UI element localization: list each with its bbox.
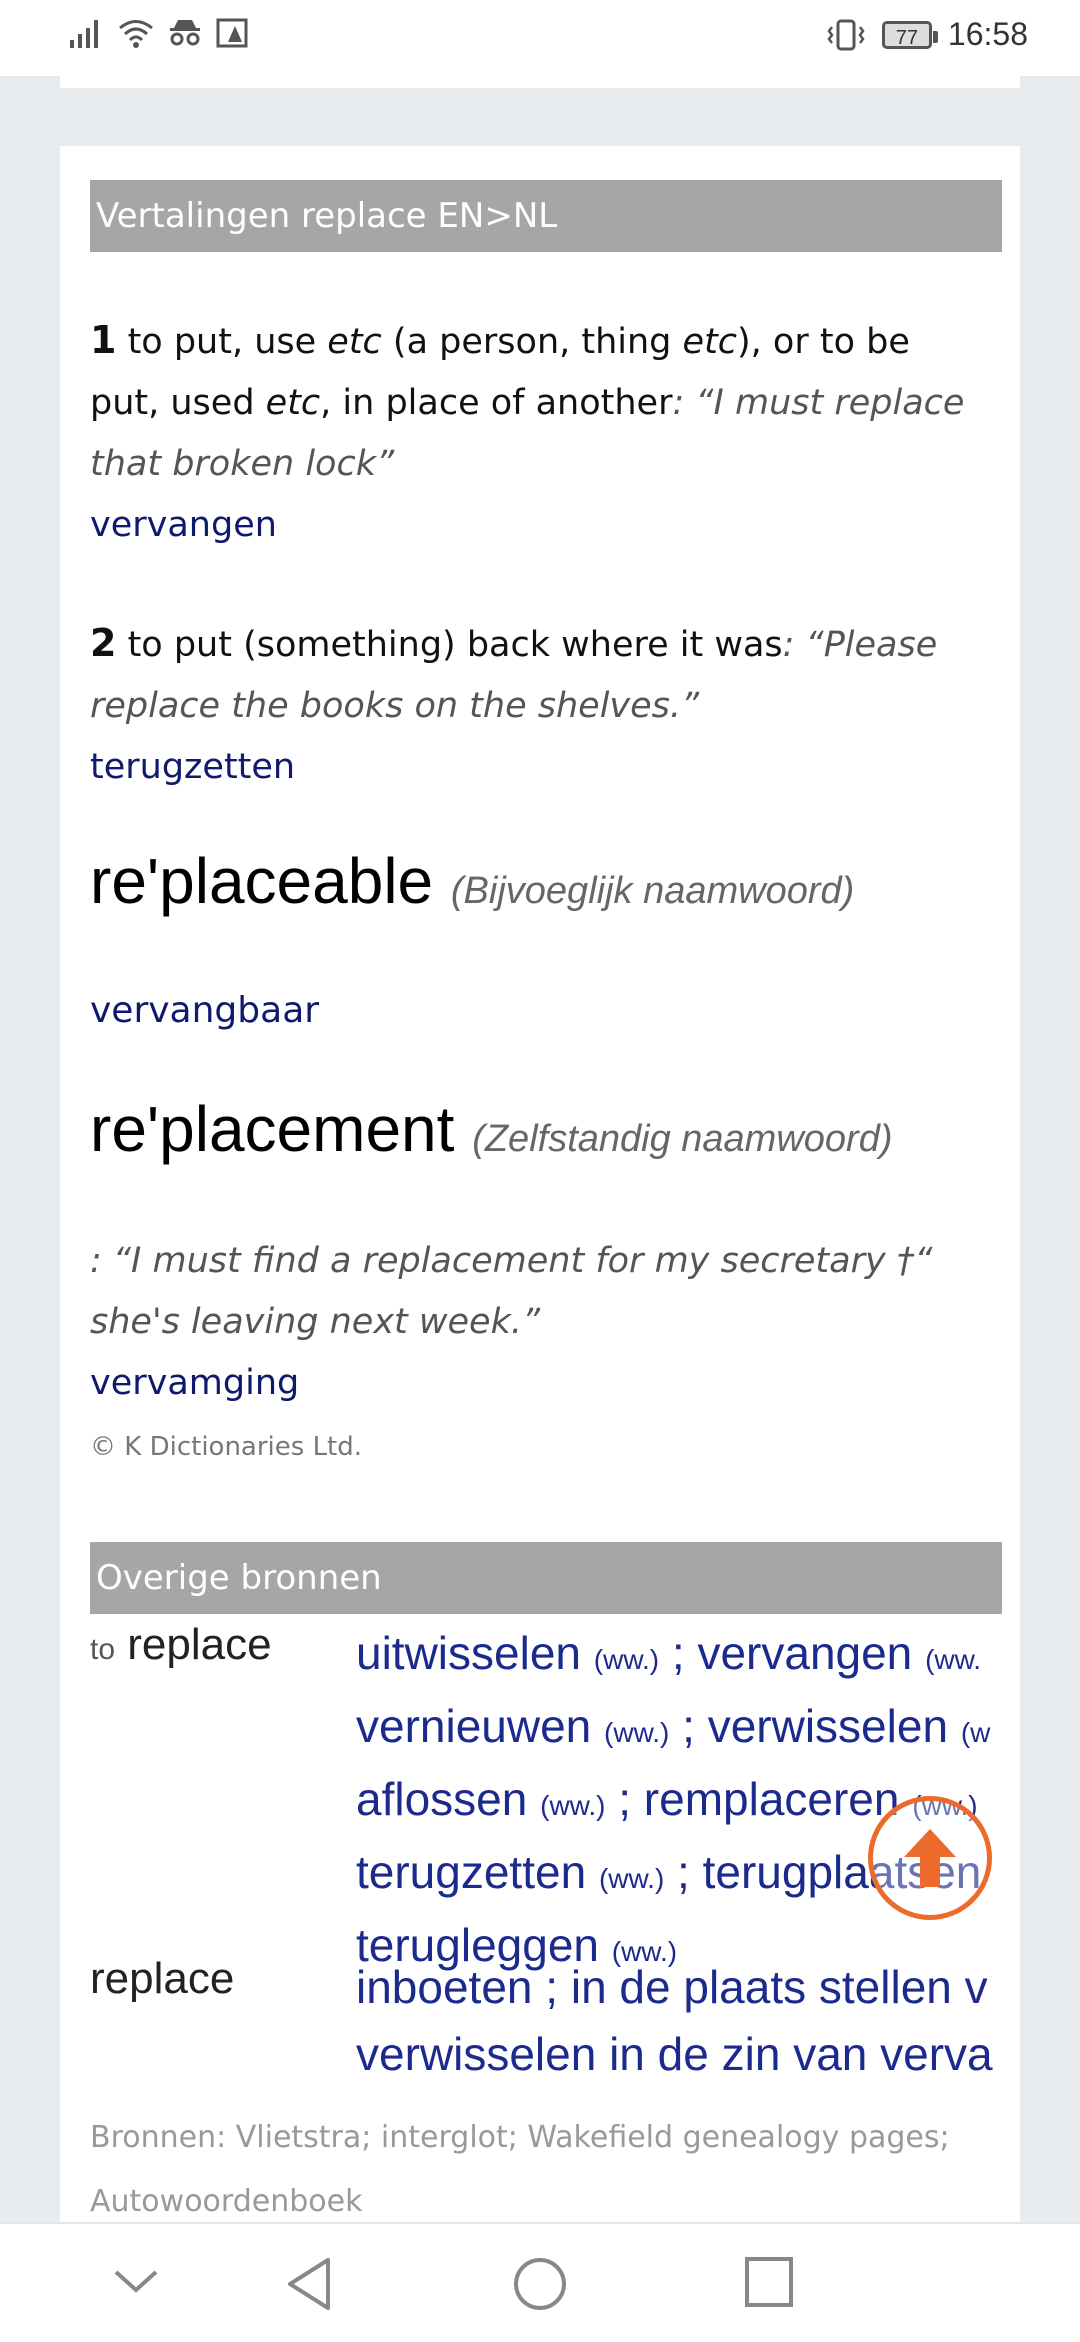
translation-link[interactable]: verwisselen: [708, 1700, 948, 1752]
translation-link[interactable]: vernieuwen: [356, 1700, 591, 1752]
headword-replaceable: re'placeable (Bijvoeglijk naamwoord): [90, 845, 855, 917]
translation-card: Vertalingen replace EN>NL 1 to put, use …: [60, 146, 1020, 2226]
translation-link[interactable]: vervamging: [90, 1353, 990, 1414]
meaning-1: 1 to put, use etc (a person, thing etc),…: [90, 310, 990, 556]
translation-link[interactable]: aflossen: [356, 1773, 527, 1825]
status-bar: 77 16:58: [0, 0, 1080, 76]
part-of-speech: (Zelfstandig naamwoord): [472, 1118, 893, 1160]
meaning-replacement: : “I must find a replacement for my secr…: [90, 1231, 990, 1414]
translation-link[interactable]: vervangen: [90, 495, 990, 556]
translation-link[interactable]: vervangen: [697, 1627, 912, 1679]
battery-indicator: 77: [881, 20, 938, 49]
wifi-icon: [119, 20, 153, 48]
translation-line: uitwisselen (ww.) ; vervangen (ww.: [356, 1627, 982, 1679]
incognito-icon: [170, 20, 200, 46]
translation-link[interactable]: remplaceren: [644, 1773, 900, 1825]
source-term: to replace: [90, 1620, 272, 1669]
word-class-tag: (ww.): [593, 1644, 660, 1675]
image-alert-icon: [216, 18, 248, 48]
arrow-up-icon: [904, 1829, 956, 1887]
translation-link[interactable]: vervangbaar: [90, 990, 319, 1031]
translation-line: vernieuwen (ww.) ; verwisselen (w: [356, 1700, 991, 1752]
word-class-tag: (ww.: [925, 1644, 982, 1675]
translation-link[interactable]: in de plaats stellen v: [571, 1961, 988, 2013]
word-class-tag: (w: [960, 1717, 991, 1748]
word-class-tag: (ww.): [604, 1717, 670, 1748]
translation-link[interactable]: terugzetten: [90, 737, 990, 798]
back-icon[interactable]: [284, 2256, 334, 2312]
example-sentence: : “I must find a replacement for my secr…: [90, 1241, 933, 1342]
translations-header: Vertalingen replace EN>NL: [90, 180, 1002, 252]
sources-note: Bronnen: Vlietstra; interglot; Wakefield…: [90, 2120, 950, 2219]
translation-link[interactable]: uitwisselen: [356, 1627, 581, 1679]
previous-card-edge: [60, 76, 1020, 88]
signal-icon: [70, 20, 98, 48]
translation-link[interactable]: terugzetten: [356, 1846, 586, 1898]
copyright-notice: © K Dictionaries Ltd.: [90, 1432, 363, 1462]
word-class-tag: (ww.): [598, 1863, 665, 1894]
home-icon[interactable]: [512, 2256, 568, 2312]
meaning-2: 2 to put (something) back where it was: …: [90, 613, 990, 798]
chevron-down-icon[interactable]: [112, 2266, 160, 2296]
system-nav-bar: [0, 2222, 1080, 2342]
headword-replacement: re'placement (Zelfstandig naamwoord): [90, 1093, 893, 1165]
scroll-to-top-button[interactable]: [868, 1796, 992, 1920]
part-of-speech: (Bijvoeglijk naamwoord): [450, 870, 855, 912]
source-term: replace: [90, 1954, 235, 2003]
other-sources-header: Overige bronnen: [90, 1542, 1002, 1614]
recents-icon[interactable]: [744, 2256, 794, 2308]
source-row-2: replace inboeten ; in de plaats stellen …: [90, 1954, 1020, 2094]
status-time: 16:58: [947, 16, 1028, 52]
translation-link[interactable]: verwisselen in de zin van verva: [356, 2028, 993, 2080]
word-class-tag: (ww.): [540, 1790, 606, 1821]
vibrate-icon: [827, 19, 865, 50]
translation-link[interactable]: inboeten: [356, 1961, 533, 2013]
source-translations: uitwisselen (ww.) ; vervangen (ww. vernie…: [356, 1620, 990, 1985]
source-translations: inboeten ; in de plaats stellen v verwis…: [356, 1961, 993, 2080]
